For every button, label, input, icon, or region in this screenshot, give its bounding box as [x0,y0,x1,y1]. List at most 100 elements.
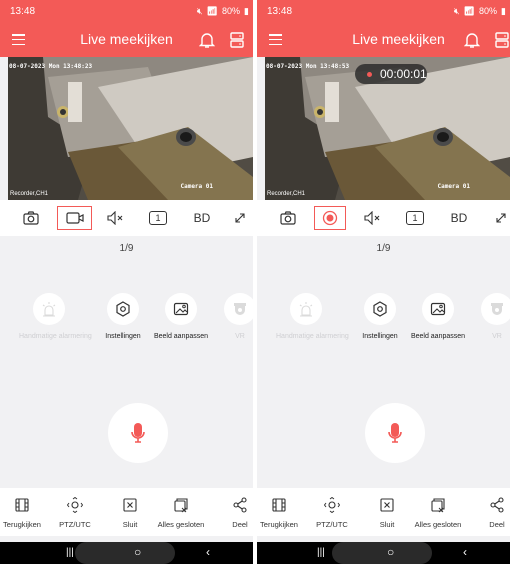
talk-button[interactable] [365,403,425,463]
share-icon [233,497,247,513]
close-all-button[interactable]: Alles gesloten [410,496,466,529]
recording-time: 00:00:01 [380,67,427,81]
page-indicator: 1/9 [376,243,391,254]
battery-icon: ▮ [244,5,249,16]
back-icon[interactable]: ‹ [206,545,210,559]
right-phone-screen: 13:48 🔇︎ 📶︎ 80% ▮ Live meekijken 08-07-2… [257,0,510,564]
manual-alarm-button[interactable]: Handmatige alarmering [19,293,92,340]
window-count-button[interactable]: 1 [405,206,425,230]
camera-icon [23,211,39,225]
settings-hexagon-icon [116,301,130,317]
playback-button[interactable]: Terugkijken [257,496,307,529]
signal-icon: 📶︎ [463,5,476,16]
status-icons: 🔇︎ 📶︎ 80% ▮ [197,6,249,17]
vr-button[interactable]: VR [467,293,510,340]
microphone-icon [388,423,402,443]
osd-timestamp: 08-07-2023 Mon 13:48:23 [9,63,93,70]
playback-button[interactable]: Terugkijken [0,496,50,529]
recent-apps-icon[interactable]: ||| [317,547,325,558]
settings-button[interactable]: Instellingen [93,293,153,340]
camera-icon [280,211,296,225]
video-controls-bar: 1 BD [0,200,253,236]
bell-icon[interactable] [464,31,480,49]
live-video-view[interactable]: 08-07-2023 Mon 13:48:53 00:00:01 Camera … [265,57,510,200]
osd-camera-name: Camera 01 [437,183,470,190]
dome-camera-icon [234,303,246,315]
close-box-icon [123,498,137,512]
quality-button[interactable]: BD [447,206,471,230]
device-list-icon[interactable] [494,31,510,49]
share-button[interactable]: Deel [212,496,253,529]
image-adjust-icon [430,302,446,316]
snapshot-button[interactable] [275,206,301,230]
quality-button[interactable]: BD [190,206,214,230]
ptz-button[interactable]: PTZ/UTC [47,496,103,529]
home-icon[interactable]: ○ [387,545,394,559]
recording-dot-icon [367,71,372,77]
snapshot-button[interactable] [18,206,44,230]
mute-audio-button[interactable] [104,206,128,230]
share-icon [490,497,504,513]
osd-camera-name: Camera 01 [180,183,213,190]
close-stream-button[interactable]: Sluit [359,496,415,529]
menu-icon[interactable] [269,34,282,46]
close-all-icon [431,498,445,513]
image-adjust-button[interactable]: Beeld aanpassen [408,293,468,340]
manual-alarm-label: Handmatige alarmering [19,333,92,340]
stop-recording-button[interactable] [314,206,346,230]
share-button[interactable]: Deel [469,496,510,529]
bell-icon[interactable] [199,31,215,49]
vr-button[interactable]: VR [210,293,253,340]
settings-hexagon-icon [373,301,387,317]
home-icon[interactable]: ○ [134,545,141,559]
window-count-button[interactable]: 1 [148,206,168,230]
device-list-icon[interactable] [229,31,245,49]
playback-label: Terugkijken [260,520,298,529]
ptz-icon [324,497,340,513]
video-camera-icon [65,212,84,224]
bottom-toolbar: Terugkijken PTZ/UTC Sluit Alles gesloten… [0,488,253,536]
app-header: 13:48 🔇︎ 📶︎ 80% ▮ Live meekijken [257,0,510,57]
app-header: 13:48 🔇︎ 📶︎ 80% ▮ Live meekijken [0,0,253,57]
ptz-button[interactable]: PTZ/UTC [304,496,360,529]
expand-icon [496,213,506,223]
signal-icon: 📶︎ [206,5,219,16]
dome-camera-icon [491,303,503,315]
manual-alarm-button[interactable]: Handmatige alarmering [276,293,349,340]
battery-level: 80% [222,6,241,16]
ptz-label: PTZ/UTC [59,520,91,529]
back-icon[interactable]: ‹ [463,545,467,559]
close-all-label: Alles gesloten [414,520,462,529]
vr-label: VR [492,333,502,340]
status-bar: 13:48 🔇︎ 📶︎ 80% ▮ [10,4,249,18]
ptz-label: PTZ/UTC [316,520,348,529]
status-bar: 13:48 🔇︎ 📶︎ 80% ▮ [267,4,506,18]
close-all-button[interactable]: Alles gesloten [153,496,209,529]
mute-audio-button[interactable] [361,206,385,230]
page-title: Live meekijken [80,31,173,47]
speaker-mute-icon [364,211,380,225]
image-adjust-icon [173,302,189,316]
film-strip-icon [15,498,29,512]
mute-icon: 🔇︎ [453,5,460,16]
manual-alarm-label: Handmatige alarmering [276,333,349,340]
ptz-icon [67,497,83,513]
window-count-box: 1 [406,211,424,225]
mute-icon: 🔇︎ [196,5,203,16]
recent-apps-icon[interactable]: ||| [66,547,74,558]
record-video-button[interactable] [57,206,92,230]
close-box-icon [380,498,394,512]
live-video-view[interactable]: 08-07-2023 Mon 13:48:23 Camera 01 Record… [8,57,253,200]
microphone-icon [131,423,145,443]
fullscreen-button[interactable] [230,206,250,230]
alarm-light-icon [42,302,56,317]
fullscreen-button[interactable] [492,206,510,230]
settings-button[interactable]: Instellingen [350,293,410,340]
speaker-mute-icon [107,211,123,225]
settings-label: Instellingen [362,333,398,340]
close-stream-button[interactable]: Sluit [102,496,158,529]
video-controls-bar: 1 BD [257,200,510,236]
image-adjust-button[interactable]: Beeld aanpassen [151,293,211,340]
talk-button[interactable] [108,403,168,463]
close-stream-label: Sluit [122,520,138,529]
